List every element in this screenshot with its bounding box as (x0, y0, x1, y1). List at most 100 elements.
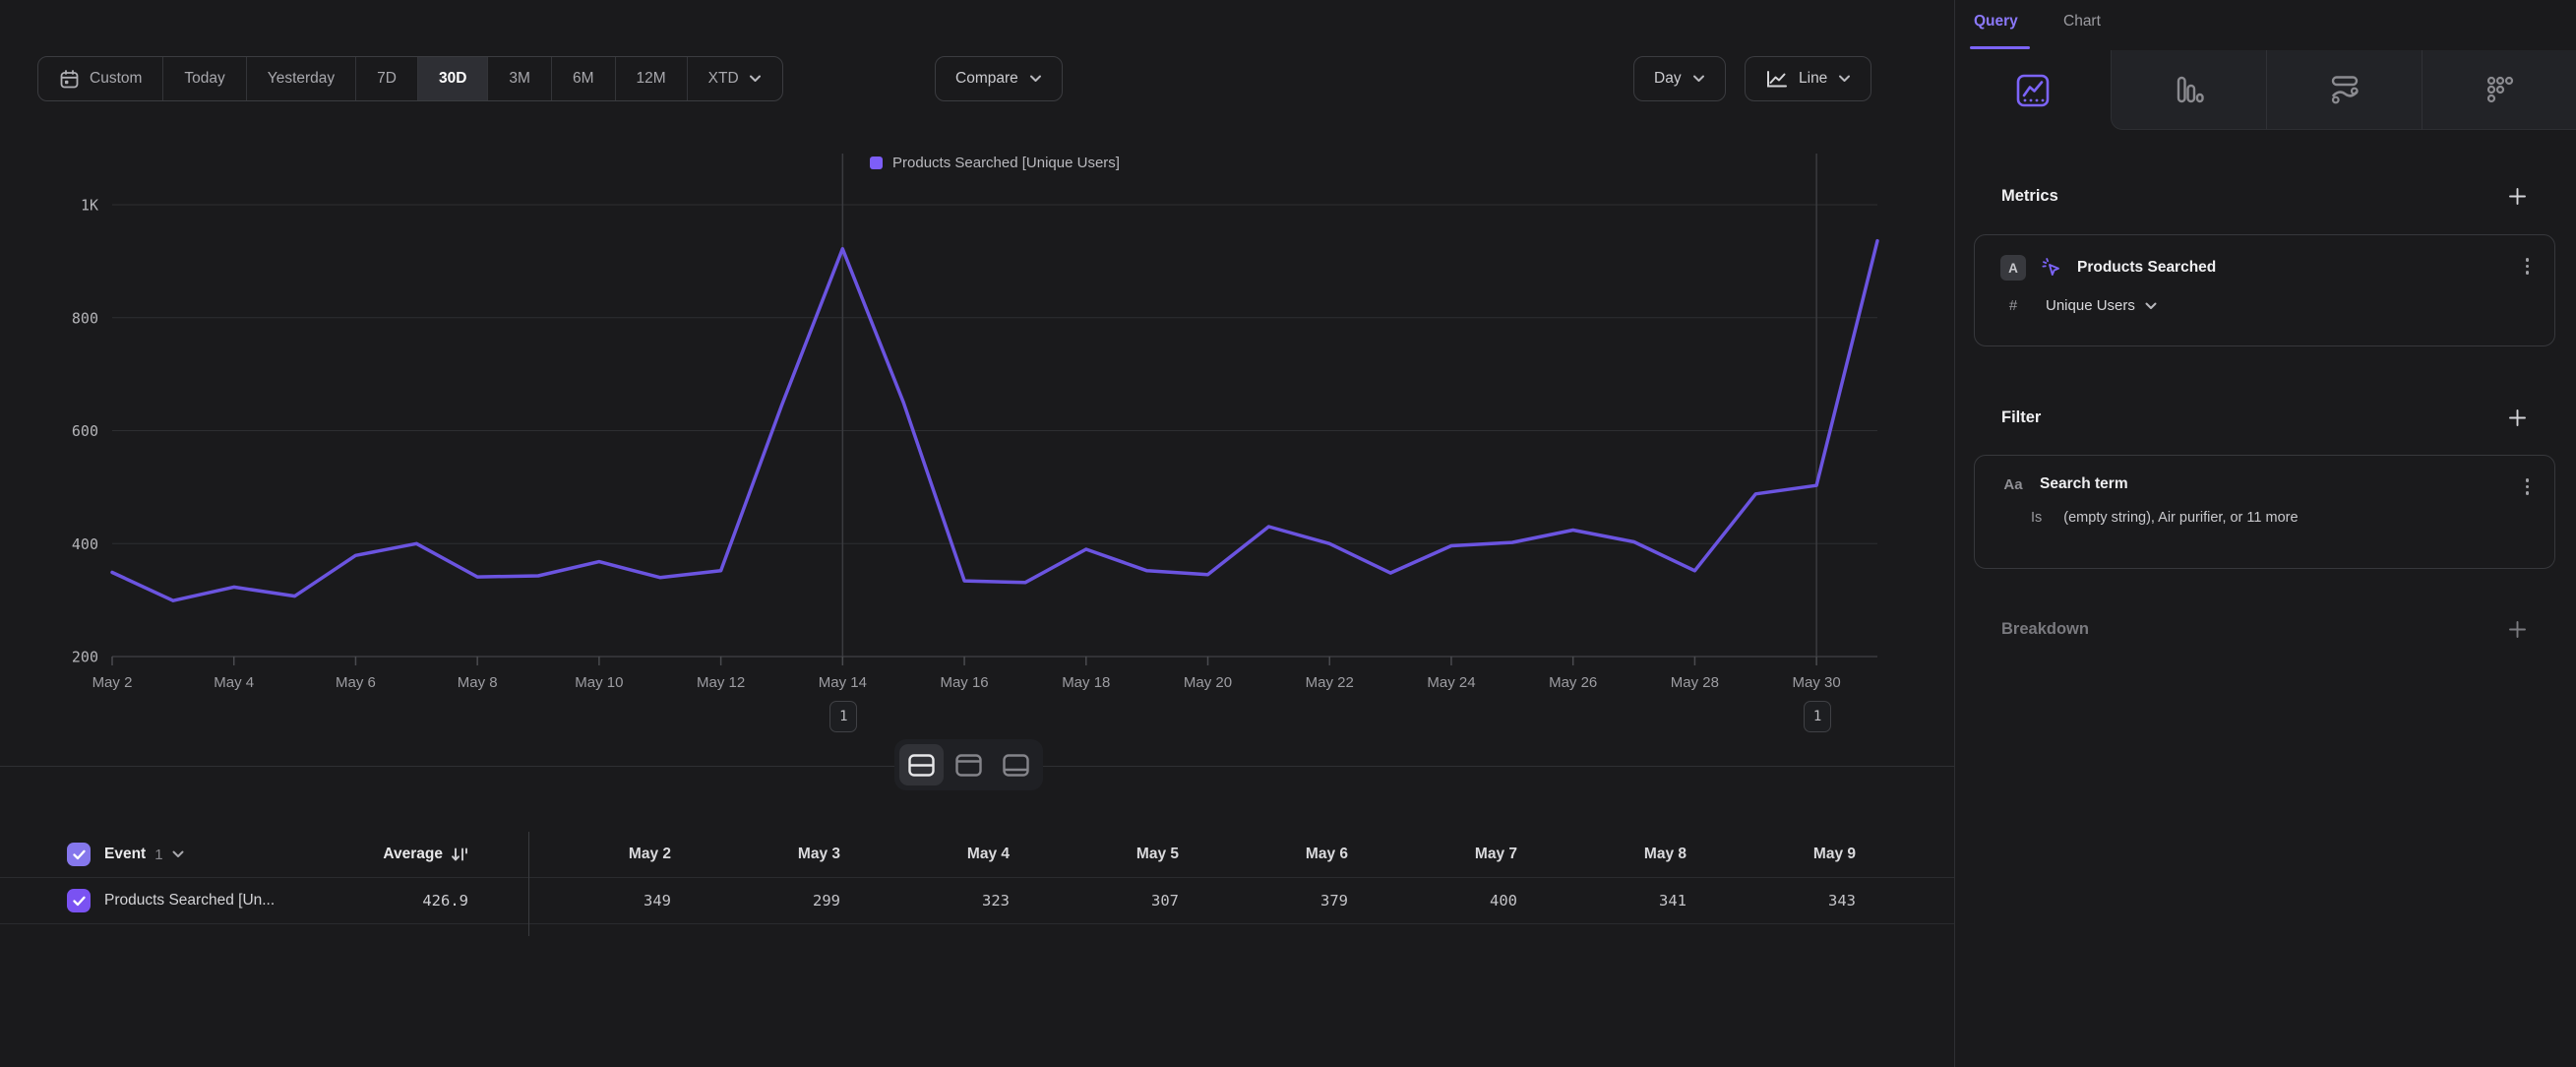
tab-chart[interactable]: Chart (2063, 13, 2101, 31)
x-axis-tick-label: May 2 (92, 674, 133, 691)
aggregation-label: Unique Users (2046, 297, 2135, 314)
date-column-header: May 2 (629, 846, 671, 863)
chart-type-label: Line (1799, 70, 1827, 88)
date-column-header: May 4 (967, 846, 1010, 863)
x-axis-tick-label: May 6 (336, 674, 376, 691)
x-axis-tick-label: May 10 (575, 674, 623, 691)
results-table: Event 1 Average May 2 May 3 May 4 May 5 May … (0, 832, 1954, 924)
check-icon (73, 849, 86, 860)
report-tab-funnels[interactable] (2111, 50, 2266, 130)
layout-panel-bottom-button[interactable] (994, 744, 1038, 785)
line-chart-icon (1765, 70, 1788, 89)
table-cell: 307 (1151, 892, 1179, 910)
annotation-badge[interactable]: 1 (829, 701, 857, 732)
report-tab-retention[interactable] (2422, 50, 2576, 130)
series-line (112, 241, 1877, 601)
x-axis-tick-label: May 8 (458, 674, 498, 691)
breakdown-section-header: Breakdown (2001, 620, 2527, 639)
range-button-6m[interactable]: 6M (551, 57, 615, 100)
add-metric-icon[interactable] (2508, 187, 2527, 206)
annotation-badge[interactable]: 1 (1804, 701, 1831, 732)
y-axis-tick-label: 600 (72, 422, 98, 440)
aggregation-dropdown[interactable]: Unique Users (2046, 297, 2157, 314)
x-axis-tick-label: May 26 (1549, 674, 1597, 691)
aggregation-prefix: # (2000, 297, 2026, 314)
check-icon (73, 896, 86, 907)
chart-type-dropdown[interactable]: Line (1745, 56, 1871, 101)
layout-switcher (894, 739, 1043, 790)
retention-icon (2484, 74, 2516, 105)
add-filter-icon[interactable] (2508, 408, 2527, 427)
filter-options-button[interactable] (2526, 478, 2530, 495)
table-cell: 341 (1659, 892, 1687, 910)
date-column-header: May 6 (1306, 846, 1348, 863)
x-axis-tick-label: May 24 (1427, 674, 1475, 691)
filter-card[interactable]: Aa Search term Is (empty string), Air pu… (1974, 455, 2555, 569)
filter-section-header: Filter (2001, 408, 2527, 427)
granularity-label: Day (1654, 70, 1682, 88)
y-axis-tick-label: 200 (72, 649, 98, 666)
metric-card[interactable]: A Products Searched # Unique Users (1974, 234, 2555, 346)
report-tab-insights[interactable] (1955, 50, 2111, 130)
x-axis-tick-label: May 30 (1793, 674, 1841, 691)
average-label: Average (383, 846, 443, 863)
select-all-checkbox[interactable] (67, 843, 91, 866)
table-cell: 299 (813, 892, 840, 910)
date-column-header: May 9 (1813, 846, 1856, 863)
active-tab-underline (1970, 46, 2030, 49)
range-button-30d[interactable]: 30D (417, 57, 487, 100)
chevron-down-icon (749, 75, 762, 83)
date-column-header: May 5 (1136, 846, 1179, 863)
table-cell: 343 (1828, 892, 1856, 910)
range-button-custom[interactable]: Custom (38, 57, 162, 100)
table-cell: 379 (1320, 892, 1348, 910)
x-axis-tick-label: May 22 (1306, 674, 1354, 691)
average-column-header[interactable]: Average (383, 846, 468, 863)
split-horizontal-icon (908, 754, 935, 777)
event-count: 1 (154, 847, 162, 863)
range-button-12m[interactable]: 12M (615, 57, 687, 100)
date-column-header: May 3 (798, 846, 840, 863)
series-name: Products Searched [Un... (104, 892, 275, 910)
row-checkbox[interactable] (67, 889, 91, 912)
filter-value[interactable]: (empty string), Air purifier, or 11 more (2063, 510, 2298, 526)
y-axis-tick-label: 400 (72, 535, 98, 553)
string-property-icon: Aa (2000, 476, 2026, 493)
layout-panel-top-button[interactable] (947, 744, 991, 785)
tab-query[interactable]: Query (1974, 13, 2018, 31)
granularity-dropdown[interactable]: Day (1633, 56, 1726, 101)
chevron-down-icon (1838, 75, 1851, 83)
bar-chart-icon (2174, 74, 2205, 105)
date-range-selector: CustomTodayYesterday7D30D3M6M12MXTD (37, 56, 783, 101)
panel-top-icon (955, 754, 982, 777)
x-axis-tick-label: May 28 (1671, 674, 1719, 691)
range-button-3m[interactable]: 3M (487, 57, 551, 100)
table-cell: 323 (982, 892, 1010, 910)
range-button-7d[interactable]: 7D (355, 57, 417, 100)
metric-options-button[interactable] (2526, 258, 2530, 275)
x-axis-tick-label: May 4 (214, 674, 254, 691)
compare-label: Compare (955, 70, 1018, 88)
range-button-today[interactable]: Today (162, 57, 245, 100)
event-column-header[interactable]: Event 1 (104, 846, 299, 863)
report-tab-flows[interactable] (2266, 50, 2422, 130)
report-type-tabs (1955, 50, 2576, 130)
event-label: Event (104, 846, 146, 863)
range-button-yesterday[interactable]: Yesterday (246, 57, 355, 100)
layout-split-horizontal-button[interactable] (899, 744, 944, 785)
x-axis-tick-label: May 12 (697, 674, 745, 691)
y-axis-tick-label: 800 (72, 309, 98, 327)
chevron-down-icon (2145, 302, 2157, 310)
range-button-xtd[interactable]: XTD (687, 57, 782, 100)
add-breakdown-icon[interactable] (2508, 620, 2527, 639)
x-axis-tick-label: May 20 (1184, 674, 1232, 691)
x-axis-tick-label: May 14 (819, 674, 867, 691)
filter-heading: Filter (2001, 408, 2041, 427)
metric-letter-badge: A (2000, 255, 2026, 281)
table-data-row[interactable]: Products Searched [Un... 426.9 349299323… (0, 878, 1954, 924)
compare-button[interactable]: Compare (935, 56, 1063, 101)
insights-icon (2015, 73, 2051, 108)
event-cursor-icon (2040, 256, 2063, 280)
chevron-down-icon (1029, 75, 1042, 83)
table-cell: 349 (644, 892, 671, 910)
